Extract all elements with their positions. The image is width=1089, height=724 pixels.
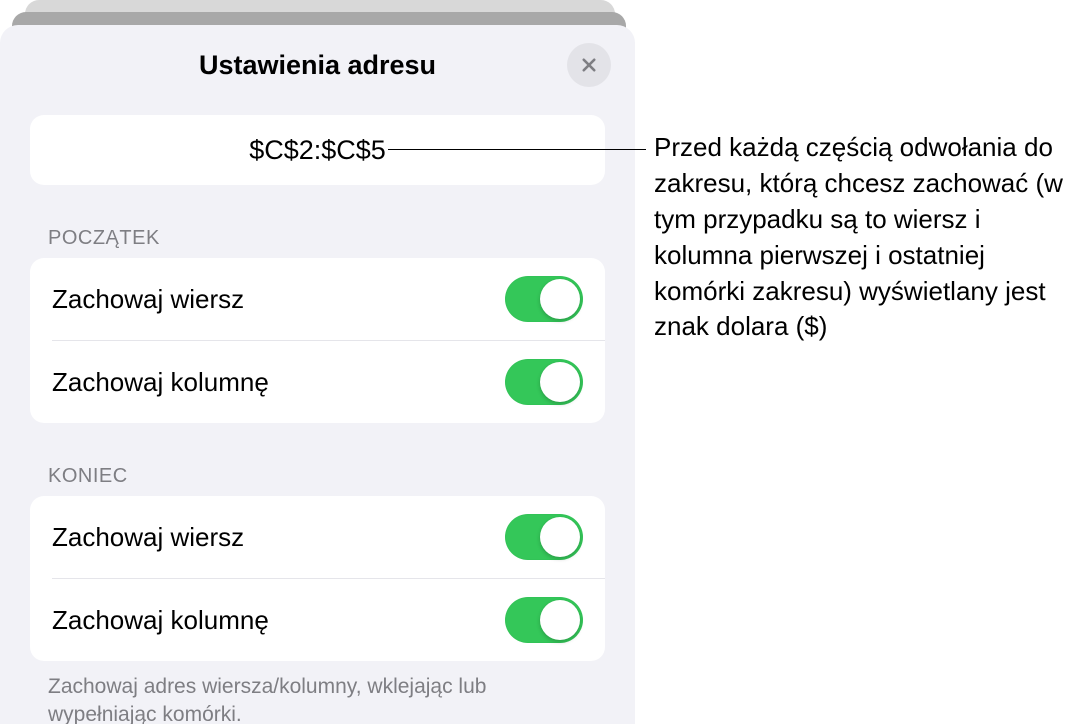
close-icon [580, 56, 598, 74]
toggle-knob [540, 517, 580, 557]
option-label: Zachowaj kolumnę [52, 605, 269, 636]
address-field[interactable]: $C$2:$C$5 [30, 115, 605, 185]
option-label: Zachowaj wiersz [52, 284, 244, 315]
modal-backdrop: Ustawienia adresu $C$2:$C$5 POCZĄTEK Zac… [0, 0, 635, 724]
option-row-preserve-column-start: Zachowaj kolumnę [30, 341, 605, 423]
settings-modal: Ustawienia adresu $C$2:$C$5 POCZĄTEK Zac… [0, 25, 635, 724]
option-group-start: Zachowaj wiersz Zachowaj kolumnę [30, 258, 605, 423]
toggle-preserve-column-start[interactable] [505, 359, 583, 405]
toggle-preserve-row-end[interactable] [505, 514, 583, 560]
toggle-knob [540, 600, 580, 640]
toggle-knob [540, 362, 580, 402]
close-button[interactable] [567, 43, 611, 87]
modal-title: Ustawienia adresu [199, 50, 436, 81]
address-value: $C$2:$C$5 [249, 135, 386, 166]
option-group-end: Zachowaj wiersz Zachowaj kolumnę [30, 496, 605, 661]
section-header-start: POCZĄTEK [48, 227, 587, 250]
footer-note: Zachowaj adres wiersza/kolumny, wklejają… [48, 673, 587, 724]
section-header-end: KONIEC [48, 465, 587, 488]
option-row-preserve-column-end: Zachowaj kolumnę [30, 579, 605, 661]
toggle-preserve-column-end[interactable] [505, 597, 583, 643]
toggle-preserve-row-start[interactable] [505, 276, 583, 322]
toggle-knob [540, 279, 580, 319]
option-row-preserve-row-end: Zachowaj wiersz [30, 496, 605, 578]
option-label: Zachowaj wiersz [52, 522, 244, 553]
option-label: Zachowaj kolumnę [52, 367, 269, 398]
callout-leader-line [388, 149, 646, 150]
modal-header: Ustawienia adresu [0, 25, 635, 105]
callout-text: Przed każdą częścią odwołania do zakresu… [654, 130, 1079, 345]
option-row-preserve-row-start: Zachowaj wiersz [30, 258, 605, 340]
